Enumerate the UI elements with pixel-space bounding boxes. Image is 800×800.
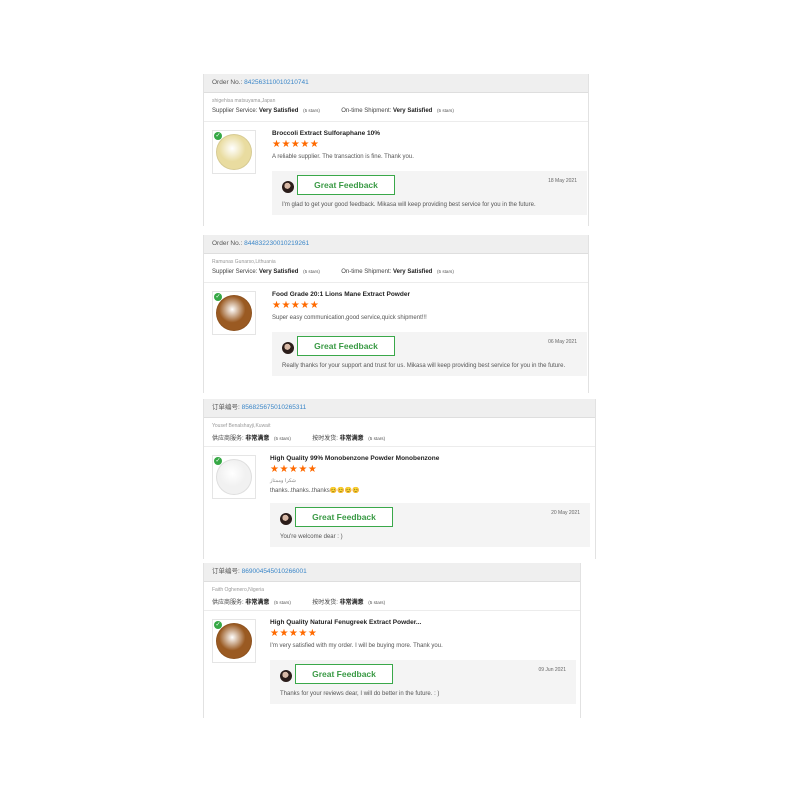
buyer-comment: شكرا وممتاز <box>270 478 296 484</box>
product-image <box>216 623 252 659</box>
supplier-service-label: Supplier Service: <box>212 108 258 114</box>
shipment-label: 按时发货: <box>312 436 338 442</box>
supplier-service-label: Supplier Service: <box>212 269 258 275</box>
order-label: Order No.: <box>212 79 245 86</box>
reply-text: Really thanks for your support and trust… <box>282 363 566 369</box>
supplier-reply: Great Feedback 18 May 2021 I'm glad to g… <box>272 171 587 215</box>
service-ratings: 供应商服务: 非常满意 (5 stars) 按时发货: 非常满意 (5 star… <box>212 433 595 442</box>
buyer-comment: A reliable supplier. The transaction is … <box>272 154 414 160</box>
product-thumbnail[interactable]: ✓ <box>212 130 256 174</box>
product-name-link[interactable]: High Quality Natural Fenugreek Extract P… <box>270 619 421 626</box>
leaf-icon: ✓ <box>214 132 222 140</box>
order-bar: 订单编号: 869004545010266001 <box>204 563 580 582</box>
reply-date: 06 May 2021 <box>548 339 577 345</box>
supplier-service-stars: (5 stars) <box>303 269 320 274</box>
reply-date: 20 May 2021 <box>551 510 580 516</box>
buyer-name: Ramunas Gunarso,Lithuania <box>212 259 276 265</box>
shipment-stars: (5 stars) <box>437 269 454 274</box>
buyer-comment: Super easy communication,good service,qu… <box>272 315 427 321</box>
product-review: ✓ High Quality Natural Fenugreek Extract… <box>204 611 580 731</box>
product-thumbnail[interactable]: ✓ <box>212 619 256 663</box>
order-number-link[interactable]: 856825675010265311 <box>242 404 307 411</box>
product-thumbnail[interactable]: ✓ <box>212 291 256 335</box>
supplier-service-label: 供应商服务: <box>212 600 244 606</box>
product-review: ✓ Broccoli Extract Sulforaphane 10% ★★★★… <box>204 122 588 242</box>
order-number-link[interactable]: 844832230010219261 <box>244 240 309 247</box>
shipment-stars: (5 stars) <box>368 600 386 605</box>
service-ratings: Supplier Service: Very Satisfied (5 star… <box>212 269 588 278</box>
rating-stars: ★★★★★ <box>270 628 318 639</box>
product-name-link[interactable]: High Quality 99% Monobenzone Powder Mono… <box>270 455 439 462</box>
supplier-service-value: Very Satisfied <box>259 108 299 114</box>
review-card: 订单编号: 856825675010265311 Yousef Benalsha… <box>203 399 596 559</box>
avatar <box>280 513 292 525</box>
shipment-value: 非常满意 <box>339 600 364 606</box>
reply-text: You're welcome dear : ) <box>280 534 343 540</box>
buyer-name: Faith Oghenero,Nigeria <box>212 587 264 593</box>
shipment-label: 按时发货: <box>312 600 338 606</box>
reply-date: 18 May 2021 <box>548 178 577 184</box>
review-card: Order No.: 842563110010210741 shigehisa … <box>203 74 589 226</box>
buyer-name: shigehisa matsuyama,Japan <box>212 98 276 104</box>
reply-text: I'm glad to get your good feedback. Mika… <box>282 202 536 208</box>
avatar <box>280 670 292 682</box>
buyer-comment: I'm very satisfied with my order. I will… <box>270 643 443 649</box>
order-bar: 订单编号: 856825675010265311 <box>204 399 595 418</box>
order-number-link[interactable]: 869004545010266001 <box>242 568 307 575</box>
great-feedback-badge: Great Feedback <box>295 507 393 527</box>
order-label: 订单编号: <box>212 568 242 575</box>
service-ratings: Supplier Service: Very Satisfied (5 star… <box>212 108 588 117</box>
supplier-service-value: 非常满意 <box>245 436 270 442</box>
supplier-service-value: 非常满意 <box>245 600 270 606</box>
supplier-service-stars: (5 stars) <box>303 108 320 113</box>
shipment-value: Very Satisfied <box>392 269 433 275</box>
supplier-service-value: Very Satisfied <box>259 269 299 275</box>
shipment-label: On-time Shipment: <box>341 269 392 275</box>
leaf-icon: ✓ <box>214 621 222 629</box>
buyer-name: Yousef Benalshayji,Kuwait <box>212 423 271 429</box>
supplier-reply: Great Feedback 06 May 2021 Really thanks… <box>272 332 587 376</box>
product-review: ✓ Food Grade 20:1 Lions Mane Extract Pow… <box>204 283 588 403</box>
supplier-service-label: 供应商服务: <box>212 436 244 442</box>
supplier-service-stars: (5 stars) <box>274 600 291 605</box>
rating-stars: ★★★★★ <box>272 139 320 150</box>
product-image <box>216 459 252 495</box>
shipment-stars: (5 stars) <box>437 108 454 113</box>
review-card: Order No.: 844832230010219261 Ramunas Gu… <box>203 235 589 393</box>
supplier-service-stars: (5 stars) <box>274 436 291 441</box>
product-name-link[interactable]: Broccoli Extract Sulforaphane 10% <box>272 130 380 137</box>
avatar <box>282 342 294 354</box>
product-image <box>216 134 252 170</box>
service-ratings: 供应商服务: 非常满意 (5 stars) 按时发货: 非常满意 (5 star… <box>212 597 580 606</box>
rating-stars: ★★★★★ <box>270 464 318 475</box>
leaf-icon: ✓ <box>214 293 222 301</box>
avatar <box>282 181 294 193</box>
reply-date: 09 Jun 2021 <box>538 667 566 673</box>
order-bar: Order No.: 844832230010219261 <box>204 235 588 254</box>
order-number-link[interactable]: 842563110010210741 <box>244 79 309 86</box>
reply-text: Thanks for your reviews dear, I will do … <box>280 691 440 697</box>
product-review: ✓ High Quality 99% Monobenzone Powder Mo… <box>204 447 595 567</box>
shipment-value: Very Satisfied <box>392 108 433 114</box>
review-card: 订单编号: 869004545010266001 Faith Oghenero,… <box>203 563 581 718</box>
shipment-value: 非常满意 <box>339 436 364 442</box>
buyer-comment: thanks..thanks..thanks😊😊😊😊 <box>270 488 360 494</box>
order-bar: Order No.: 842563110010210741 <box>204 74 588 93</box>
product-image <box>216 295 252 331</box>
supplier-reply: Great Feedback 20 May 2021 You're welcom… <box>270 503 590 547</box>
great-feedback-badge: Great Feedback <box>297 336 395 356</box>
product-name-link[interactable]: Food Grade 20:1 Lions Mane Extract Powde… <box>272 291 410 298</box>
rating-stars: ★★★★★ <box>272 300 320 311</box>
great-feedback-badge: Great Feedback <box>295 664 393 684</box>
supplier-reply: Great Feedback 09 Jun 2021 Thanks for yo… <box>270 660 576 704</box>
leaf-icon: ✓ <box>214 457 222 465</box>
order-label: Order No.: <box>212 240 245 247</box>
shipment-stars: (5 stars) <box>368 436 386 441</box>
order-label: 订单编号: <box>212 404 242 411</box>
great-feedback-badge: Great Feedback <box>297 175 395 195</box>
shipment-label: On-time Shipment: <box>341 108 392 114</box>
product-thumbnail[interactable]: ✓ <box>212 455 256 499</box>
